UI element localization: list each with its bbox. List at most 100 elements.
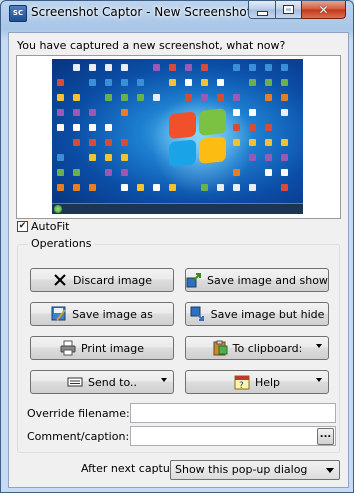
desktop-icon: [233, 139, 240, 146]
desktop-icon: [121, 169, 128, 176]
desktop-icon: [105, 94, 112, 101]
minimize-button[interactable]: [248, 1, 276, 19]
operations-group: Operations Discard image Save image and …: [17, 237, 340, 453]
desktop-icon: [265, 64, 272, 71]
after-next-capture-value: Show this pop-up dialog: [175, 463, 308, 476]
desktop-icon: [281, 94, 288, 101]
desktop-icon: [105, 64, 112, 71]
desktop-icon: [57, 169, 64, 176]
desktop-icon: [217, 79, 224, 86]
to-clipboard-dropdown-button[interactable]: To clipboard:: [185, 336, 329, 360]
desktop-icon: [201, 184, 208, 191]
autofit-checkbox[interactable]: ✔ AutoFit: [17, 220, 69, 233]
desktop-icon: [121, 139, 128, 146]
desktop-icon: [265, 79, 272, 86]
desktop-icon: [153, 184, 160, 191]
desktop-icon: [281, 169, 288, 176]
maximize-button[interactable]: [275, 1, 302, 19]
desktop-icon: [105, 79, 112, 86]
printer-icon: [60, 340, 76, 356]
desktop-icon: [265, 124, 272, 131]
headline-text: You have captured a new screenshot, what…: [17, 39, 286, 52]
help-label: Help: [254, 375, 281, 389]
desktop-icon: [121, 184, 128, 191]
desktop-icon: [105, 139, 112, 146]
keyboard-icon: [67, 374, 83, 390]
desktop-icon: [73, 109, 80, 116]
to-clipboard-label: To clipboard:: [232, 341, 303, 355]
desktop-icon: [281, 139, 288, 146]
comment-caption-input[interactable]: [130, 426, 336, 446]
comment-browse-button[interactable]: ...: [317, 428, 334, 445]
desktop-icon: [233, 184, 240, 191]
desktop-icon: [249, 154, 256, 161]
desktop-icon: [57, 184, 64, 191]
desktop-icon: [89, 64, 96, 71]
desktop-icon: [73, 124, 80, 131]
app-icon: SC: [9, 5, 27, 22]
desktop-icon: [105, 154, 112, 161]
title-bar[interactable]: SC Screenshot Captor - New Screenshot ✕: [1, 1, 353, 25]
desktop-icon: [249, 109, 256, 116]
desktop-icon: [73, 139, 80, 146]
save-image-but-hide-button[interactable]: Save image but hide: [185, 302, 329, 326]
operations-title: Operations: [28, 237, 95, 250]
autofit-label: AutoFit: [31, 220, 70, 233]
desktop-icon: [217, 94, 224, 101]
desktop-icon: [233, 169, 240, 176]
screenshot-preview[interactable]: [16, 55, 341, 219]
save-as-icon: [51, 306, 67, 322]
save-show-icon: [186, 272, 202, 288]
desktop-icon: [57, 124, 64, 131]
save-image-as-label: Save image as: [72, 307, 153, 321]
thumbnail-taskbar: [52, 203, 303, 214]
send-to-dropdown-button[interactable]: Send to..: [30, 370, 174, 394]
clipboard-icon: [212, 340, 228, 356]
desktop-icon: [281, 184, 288, 191]
desktop-icon: [137, 79, 144, 86]
desktop-icon: [281, 154, 288, 161]
desktop-icon: [185, 94, 192, 101]
discard-image-button[interactable]: Discard image: [30, 268, 174, 292]
chevron-down-icon: [316, 378, 322, 382]
send-to-label: Send to..: [87, 375, 138, 389]
desktop-icon: [121, 154, 128, 161]
desktop-icon: [121, 109, 128, 116]
checkmark-icon: ✔: [17, 221, 28, 232]
desktop-icon: [233, 64, 240, 71]
desktop-icon: [185, 79, 192, 86]
desktop-icon: [57, 109, 64, 116]
desktop-icon: [57, 154, 64, 161]
desktop-icon: [89, 154, 96, 161]
desktop-icon: [137, 184, 144, 191]
desktop-icon: [73, 184, 80, 191]
help-calendar-icon: ?: [234, 374, 250, 390]
override-filename-input[interactable]: [130, 403, 336, 423]
desktop-icon: [265, 94, 272, 101]
desktop-icon: [169, 79, 176, 86]
desktop-icon: [57, 94, 64, 101]
desktop-icon: [89, 124, 96, 131]
svg-text:?: ?: [239, 381, 244, 390]
desktop-icon: [265, 169, 272, 176]
desktop-icon: [281, 64, 288, 71]
close-button[interactable]: ✕: [301, 1, 346, 19]
desktop-icon: [153, 64, 160, 71]
save-image-and-show-label: Save image and show: [207, 273, 328, 287]
desktop-icon: [249, 79, 256, 86]
dialog-window: SC Screenshot Captor - New Screenshot ✕ …: [0, 0, 354, 493]
chevron-down-icon: [326, 468, 334, 473]
desktop-icon: [233, 109, 240, 116]
desktop-icon: [265, 154, 272, 161]
after-next-capture-select[interactable]: Show this pop-up dialog: [170, 460, 340, 480]
window-title: Screenshot Captor - New Screenshot: [31, 5, 252, 19]
save-image-as-button[interactable]: Save image as: [30, 302, 174, 326]
save-image-and-show-button[interactable]: Save image and show: [185, 268, 329, 292]
print-image-label: Print image: [80, 341, 145, 355]
desktop-icon: [89, 139, 96, 146]
desktop-icon: [169, 64, 176, 71]
print-image-button[interactable]: Print image: [30, 336, 174, 360]
desktop-icon: [249, 64, 256, 71]
desktop-icon: [281, 79, 288, 86]
help-dropdown-button[interactable]: ? Help: [185, 370, 329, 394]
